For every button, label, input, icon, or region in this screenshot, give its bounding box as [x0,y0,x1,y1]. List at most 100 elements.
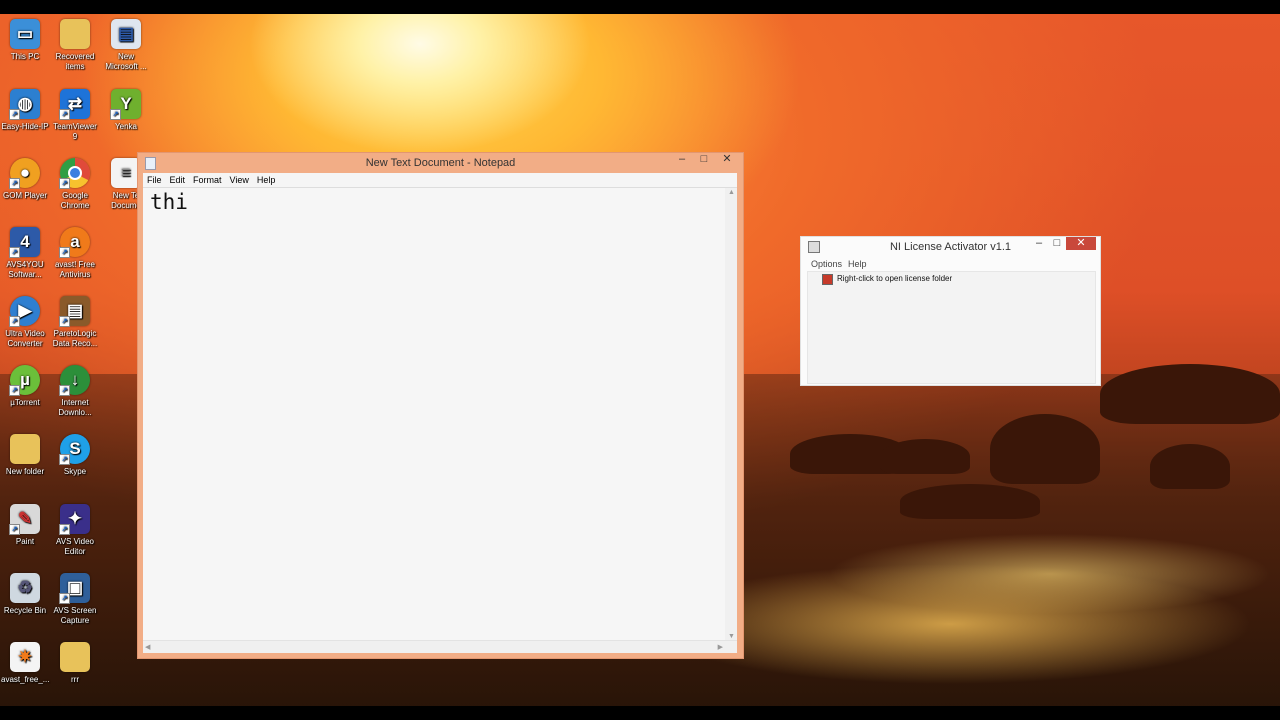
desktop: ▭ This PC ◍ ↗ Easy-Hide-IP ● ↗ GOM Player … [0,14,1280,706]
desktop-icon-this-pc[interactable]: ▭ This PC [1,19,49,62]
desktop-icon-paretologic[interactable]: ▤ ↗ ParetoLogic Data Reco... [51,296,99,349]
menu-help[interactable]: Help [845,258,870,271]
shortcut-arrow-icon: ↗ [59,109,70,120]
skype-icon: S ↗ [59,434,90,465]
folder-icon [10,434,40,464]
desktop-icon-gom-player[interactable]: ● ↗ GOM Player [1,158,49,201]
desktop-icon-skype[interactable]: S ↗ Skype [51,434,99,477]
shortcut-arrow-icon: ↗ [9,109,20,120]
desktop-icon-avs-video-editor[interactable]: ✦ ↗ AVS Video Editor [51,504,99,557]
license-folder-icon [822,273,833,285]
desktop-icon-google-chrome[interactable]: ↗ Google Chrome [51,158,99,211]
shortcut-arrow-icon: ↗ [9,316,20,327]
shortcut-arrow-icon: ↗ [59,316,70,327]
vertical-scrollbar[interactable]: ▲ ▼ [725,188,737,641]
tree-item-label: Right-click to open license folder [837,274,953,283]
desktop-icon-paint[interactable]: ✎ ↗ Paint [1,504,49,547]
desktop-icon-label: avast! Free Antivirus [54,260,95,279]
close-button[interactable]: ✕ [715,153,739,166]
desktop-icon-label: AVS4YOU Softwar... [6,260,44,279]
wallpaper-rock [900,484,1040,519]
desktop-icon-recovered-items[interactable]: Recovered items [51,19,99,72]
notepad-text-content: thi [150,190,188,214]
paint-icon: ✎ ↗ [9,504,40,535]
desktop-icon-ultra-video-converter[interactable]: ▶ ↗ Ultra Video Converter [1,296,49,349]
menu-format[interactable]: Format [189,173,226,187]
menu-help[interactable]: Help [253,173,280,187]
gom-player-icon: ● ↗ [9,158,40,189]
desktop-icon-label: Paint [15,537,35,546]
shortcut-arrow-icon: ↗ [59,454,70,465]
desktop-icon-avast[interactable]: a ↗ avast! Free Antivirus [51,227,99,280]
desktop-icon-label: GOM Player [2,191,47,200]
notepad-text-area[interactable]: thi ▲ ▼ ◀ ▶ [143,187,737,653]
horizontal-scrollbar[interactable]: ◀ ▶ [143,640,737,653]
folder-icon [60,642,90,672]
desktop-icon-label: New Microsoft ... [105,52,147,71]
desktop-icon-teamviewer[interactable]: ⇄ ↗ TeamViewer 9 [51,89,99,142]
shortcut-arrow-icon: ↗ [9,524,20,535]
desktop-icon-new-microsoft[interactable]: ▤ New Microsoft ... [102,19,150,72]
desktop-icon-easy-hide-ip[interactable]: ◍ ↗ Easy-Hide-IP [1,89,49,132]
minimize-button[interactable]: – [1030,237,1048,250]
teamviewer-icon: ⇄ ↗ [59,89,90,120]
desktop-icon-label: Google Chrome [60,191,90,210]
menu-edit[interactable]: Edit [166,173,190,187]
shortcut-arrow-icon: ↗ [9,178,20,189]
shortcut-arrow-icon: ↗ [110,109,121,120]
maximize-button[interactable]: □ [693,153,715,166]
desktop-icon-label: Recycle Bin [3,606,47,615]
internet-download-icon: ↓ ↗ [59,365,90,396]
recycle-bin-icon: ♻ [10,573,40,603]
maximize-button[interactable]: □ [1048,237,1066,250]
notepad-titlebar[interactable]: New Text Document - Notepad [138,153,743,173]
minimize-button[interactable]: – [671,153,693,166]
desktop-icon-avs-screen-capture[interactable]: ▣ ↗ AVS Screen Capture [51,573,99,626]
desktop-icon-label: TeamViewer 9 [53,122,97,141]
avs-video-editor-icon: ✦ ↗ [59,504,90,535]
window-title: NI License Activator v1.1 [889,241,1012,253]
desktop-icon-avast-installer[interactable]: ✷ avast_free_... [1,642,49,685]
yenka-icon: Y ↗ [110,89,141,120]
scroll-up-arrow-icon[interactable]: ▲ [728,189,735,196]
license-tree-view[interactable]: Right-click to open license folder [807,271,1096,384]
desktop-icon-new-folder[interactable]: New folder [1,434,49,477]
avast-installer-icon: ✷ [10,642,40,672]
notepad-window[interactable]: New Text Document - Notepad – □ ✕ File Ed… [137,152,744,659]
desktop-icon-recycle-bin[interactable]: ♻ Recycle Bin [1,573,49,616]
desktop-icon-label: rrr [71,675,79,684]
ni-license-activator-window[interactable]: NI License Activator v1.1 – □ ✕ Options H… [800,236,1101,386]
desktop-icon-label: Easy-Hide-IP [1,122,49,131]
wallpaper-rock [1100,364,1280,424]
screen-capture-icon: ▣ ↗ [59,573,90,604]
menu-view[interactable]: View [226,173,253,187]
menu-options[interactable]: Options [808,258,845,271]
desktop-icon-label: New folder [5,467,45,476]
scroll-down-arrow-icon[interactable]: ▼ [728,633,735,640]
desktop-icon-internet-download-manager[interactable]: ↓ ↗ Internet Downlo... [51,365,99,418]
desktop-icon-label: Skype [63,467,87,476]
shortcut-arrow-icon: ↗ [59,247,70,258]
desktop-icon-label: AVS Screen Capture [53,606,97,625]
video-converter-icon: ▶ ↗ [9,296,40,327]
scroll-left-arrow-icon[interactable]: ◀ [145,643,150,651]
notepad-menubar: File Edit Format View Help [143,173,737,187]
avs4you-icon: 4 ↗ [9,227,40,258]
desktop-icon-avs4you[interactable]: 4 ↗ AVS4YOU Softwar... [1,227,49,280]
desktop-icon-label: Yenka [115,122,137,131]
desktop-icon-utorrent[interactable]: µ ↗ µTorrent [1,365,49,408]
utorrent-icon: µ ↗ [9,365,40,396]
window-title: New Text Document - Notepad [365,157,516,169]
shortcut-arrow-icon: ↗ [59,385,70,396]
desktop-icon-yenka[interactable]: Y ↗ Yenka [102,89,150,132]
document-icon: ▤ [111,19,141,49]
desktop-icon-label: avast_free_... [1,675,50,684]
menu-file[interactable]: File [143,173,166,187]
tree-item-license-folder[interactable]: Right-click to open license folder [822,273,952,285]
wallpaper-rock [880,439,970,474]
close-button[interactable]: ✕ [1066,237,1096,250]
shortcut-arrow-icon: ↗ [9,385,20,396]
desktop-icon-rrr[interactable]: rrr [51,642,99,685]
shortcut-arrow-icon: ↗ [9,247,20,258]
scroll-right-arrow-icon[interactable]: ▶ [718,643,723,651]
